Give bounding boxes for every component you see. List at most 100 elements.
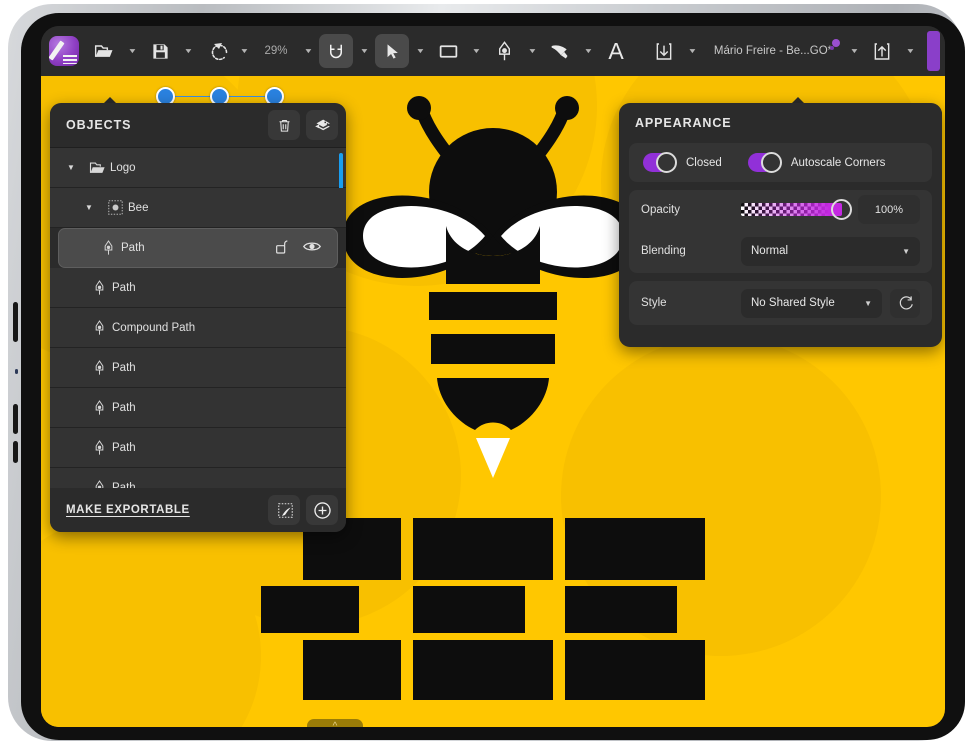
pen-nib-icon[interactable] (487, 34, 521, 68)
chevron-down-icon (864, 299, 872, 308)
blending-select[interactable]: Normal (741, 237, 920, 266)
objects-panel: OBJECTS (50, 103, 346, 532)
pen-nib-icon (86, 280, 112, 296)
text-a-icon[interactable]: A (599, 34, 633, 68)
object-row-logo[interactable]: Logo (50, 148, 346, 188)
chevron-up-icon[interactable]: ^ (307, 719, 363, 727)
object-row-path[interactable]: Path (50, 468, 346, 488)
color-indicator-bar[interactable] (927, 31, 940, 71)
chevron-down-icon[interactable] (121, 36, 143, 66)
group-nodes-icon (102, 199, 128, 216)
plus-circle-icon[interactable] (306, 495, 338, 525)
object-row-label: Path (121, 242, 275, 254)
blending-value: Normal (751, 245, 902, 257)
chevron-down-icon[interactable] (521, 36, 543, 66)
disclosure-triangle-icon[interactable] (76, 203, 102, 212)
refresh-icon[interactable] (890, 289, 920, 318)
opacity-value[interactable]: 100% (858, 195, 920, 224)
pen-nib-icon (86, 440, 112, 456)
chevron-down-icon[interactable] (681, 36, 703, 66)
autoscale-corners-toggle[interactable] (748, 153, 782, 172)
style-value: No Shared Style (751, 297, 864, 309)
pen-nib-icon (86, 360, 112, 376)
opacity-slider[interactable] (741, 203, 842, 216)
objects-panel-title: OBJECTS (66, 118, 262, 132)
ipad-screen: 8 ↺ ^ S T U D I O (41, 26, 945, 727)
objects-list[interactable]: Logo Bee (50, 148, 346, 488)
document-title-text: Mário Freire - Be...GO* (714, 45, 832, 57)
folder-open-icon[interactable] (87, 34, 121, 68)
trash-icon[interactable] (268, 110, 300, 140)
arrow-cursor-icon[interactable] (375, 34, 409, 68)
style-select[interactable]: No Shared Style (741, 289, 882, 318)
volume-down-button[interactable] (13, 404, 18, 434)
magnet-icon[interactable] (319, 34, 353, 68)
main-toolbar: 29% (41, 26, 945, 76)
undo-arrow-icon[interactable] (199, 34, 233, 68)
bee-artwork[interactable] (333, 86, 653, 516)
letter-b (261, 518, 401, 700)
unsaved-dot-small (830, 46, 834, 50)
appearance-opacity-blending-group: Opacity 100% Blending Normal (629, 190, 932, 273)
ipad-device-frame: 8 ↺ ^ S T U D I O (8, 4, 962, 741)
object-row-label: Bee (128, 202, 346, 214)
letter-e-1 (413, 518, 553, 700)
chevron-down-icon[interactable] (297, 36, 319, 66)
folder-icon (84, 161, 110, 175)
object-row-path[interactable]: Path (50, 428, 346, 468)
disclosure-triangle-icon[interactable] (58, 163, 84, 172)
appearance-panel: APPEARANCE Closed Autoscale Corners Opac… (619, 103, 942, 347)
side-indicator (15, 369, 18, 374)
app-logo-icon[interactable] (41, 36, 87, 66)
chevron-down-icon[interactable] (177, 36, 199, 66)
object-row-path[interactable]: Path (50, 388, 346, 428)
object-row-path[interactable]: Path (50, 348, 346, 388)
zoom-level[interactable]: 29% (255, 45, 297, 57)
import-down-icon[interactable] (647, 34, 681, 68)
pen-nib-icon (86, 480, 112, 489)
appearance-style-group: Style No Shared Style (629, 281, 932, 325)
object-row-label: Path (112, 362, 346, 374)
chevron-down-icon[interactable] (353, 36, 375, 66)
chevron-down-icon[interactable] (465, 36, 487, 66)
object-row-label: Path (112, 282, 346, 294)
chevron-down-icon[interactable] (577, 36, 599, 66)
closed-toggle-label: Closed (686, 157, 722, 169)
volume-up-button[interactable] (13, 302, 18, 342)
object-row-path[interactable]: Path (50, 268, 346, 308)
appearance-toggles-group: Closed Autoscale Corners (629, 143, 932, 182)
layer-move-icon[interactable] (306, 110, 338, 140)
object-row-label: Path (112, 442, 346, 454)
pen-nib-icon (86, 400, 112, 416)
chevron-down-icon[interactable] (843, 36, 865, 66)
side-button[interactable] (13, 441, 18, 463)
blending-label: Blending (641, 245, 741, 257)
brush-icon[interactable] (543, 34, 577, 68)
export-up-icon[interactable] (865, 34, 899, 68)
object-row-label: Compound Path (112, 322, 346, 334)
pen-nib-icon (86, 320, 112, 336)
document-title[interactable]: Mário Freire - Be...GO* (714, 45, 832, 57)
object-row-path-selected[interactable]: Path (58, 228, 338, 268)
rectangle-icon[interactable] (431, 34, 465, 68)
objects-panel-header: OBJECTS (50, 103, 346, 148)
chevron-down-icon[interactable] (899, 36, 921, 66)
chevron-down-icon[interactable] (409, 36, 431, 66)
appearance-panel-title: APPEARANCE (619, 103, 942, 143)
chevron-down-icon (902, 247, 910, 256)
make-exportable-label[interactable]: MAKE EXPORTABLE (66, 504, 262, 516)
object-row-compound-path[interactable]: Compound Path (50, 308, 346, 348)
eye-icon[interactable] (303, 240, 321, 256)
closed-toggle[interactable] (643, 153, 677, 172)
unlocked-padlock-icon[interactable] (275, 239, 289, 258)
chevron-down-icon[interactable] (233, 36, 255, 66)
object-row-bee[interactable]: Bee (50, 188, 346, 228)
object-row-label: Path (112, 402, 346, 414)
floppy-disk-icon[interactable] (143, 34, 177, 68)
objects-panel-footer: MAKE EXPORTABLE (50, 488, 346, 532)
style-label: Style (641, 297, 741, 309)
object-row-label: Logo (110, 162, 346, 174)
letter-e-2 (565, 518, 705, 700)
slice-export-icon[interactable] (268, 495, 300, 525)
opacity-label: Opacity (641, 204, 741, 216)
